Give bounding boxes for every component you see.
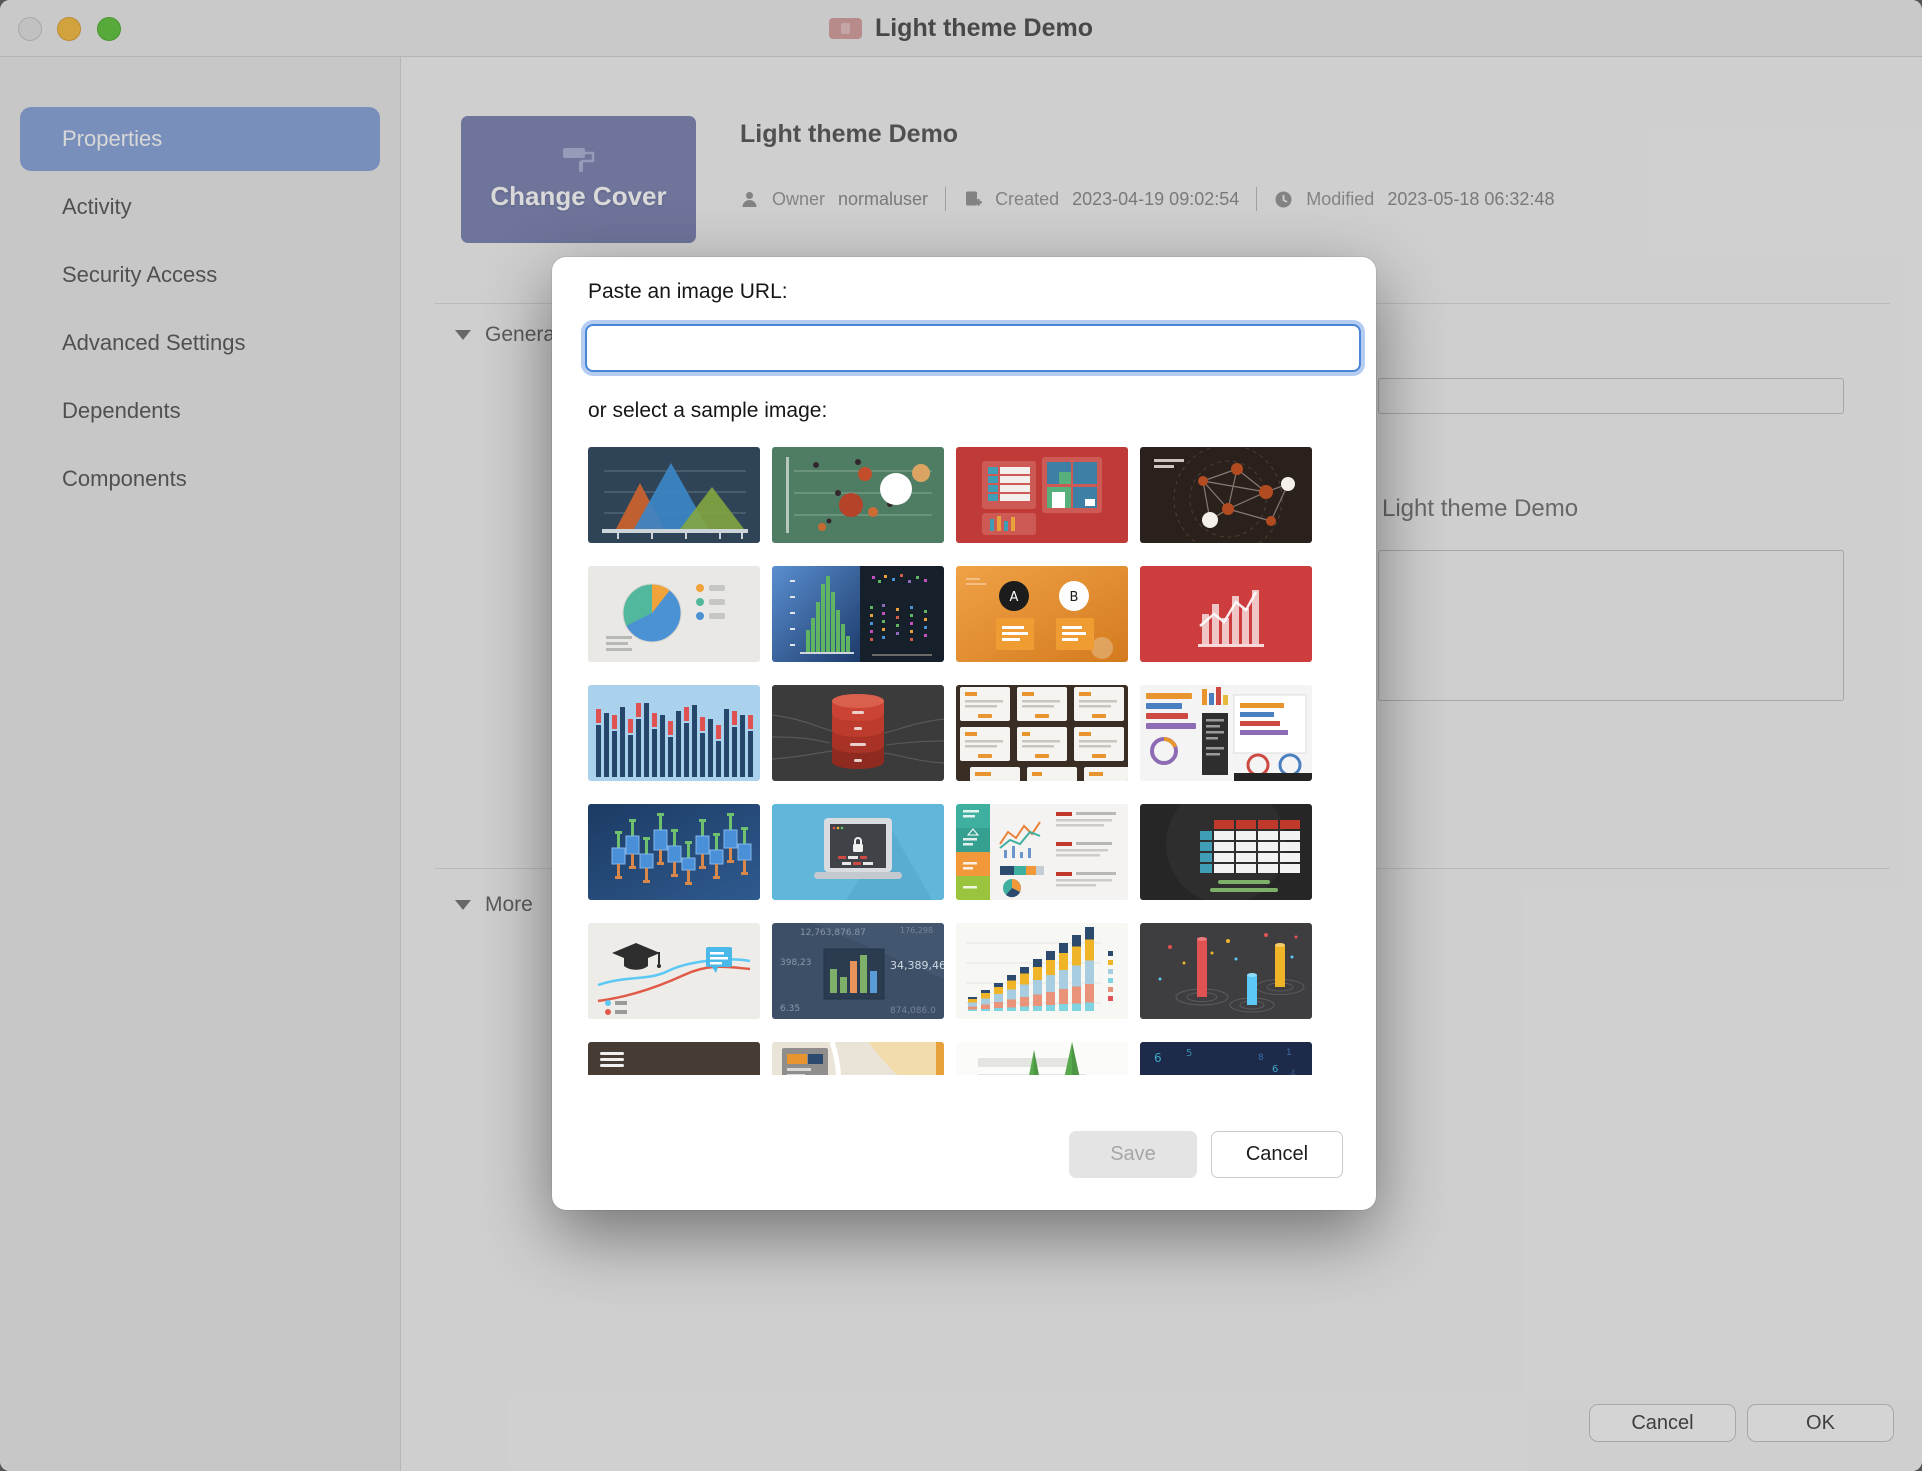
change-cover-dialog: Paste an image URL: or select a sample i… — [552, 257, 1376, 1210]
sample-image-kanban-cards[interactable] — [956, 685, 1128, 781]
sample-image-red-bar-chart[interactable] — [1140, 566, 1312, 662]
svg-text:176,298: 176,298 — [900, 926, 933, 935]
svg-text:8: 8 — [1258, 1053, 1264, 1063]
sample-image-dark-vehicle[interactable] — [588, 1042, 760, 1075]
sample-image-education-chart[interactable] — [588, 923, 760, 1019]
svg-text:6: 6 — [1154, 1051, 1162, 1065]
sample-image-infographic[interactable] — [956, 804, 1128, 900]
sample-image-data-table[interactable] — [1140, 804, 1312, 900]
sample-image-3d-bars[interactable] — [1140, 923, 1312, 1019]
sample-image-network-graph[interactable] — [1140, 447, 1312, 543]
sample-image-report-dashboard[interactable] — [1140, 685, 1312, 781]
url-label: Paste an image URL: — [588, 280, 1340, 304]
sample-label: or select a sample image: — [588, 399, 1340, 423]
svg-text:A: A — [1010, 590, 1019, 605]
sample-image-numbers-matrix[interactable]: 658164596098 — [1140, 1042, 1312, 1075]
sample-image-grid: AB — [588, 447, 1312, 1075]
sample-image-boxplot[interactable] — [588, 804, 760, 900]
dialog-save-button[interactable]: Save — [1069, 1131, 1197, 1178]
svg-text:12,763,876.87: 12,763,876.87 — [800, 928, 866, 938]
sample-image-security-laptop[interactable] — [772, 804, 944, 900]
svg-text:6: 6 — [1272, 1064, 1278, 1075]
svg-text:5: 5 — [1186, 1048, 1192, 1059]
svg-text:1: 1 — [1286, 1048, 1292, 1058]
sample-image-map[interactable] — [772, 1042, 944, 1075]
sample-image-pie-chart[interactable] — [588, 566, 760, 662]
sample-image-histogram[interactable] — [772, 566, 944, 662]
sample-image-big-numbers[interactable]: 12,763,876.87 176,298 398,23 34,389,468. 6.3… — [772, 923, 944, 1019]
svg-text:4: 4 — [1290, 1069, 1296, 1075]
svg-text:398,23: 398,23 — [780, 958, 812, 968]
svg-text:34,389,468.: 34,389,468. — [890, 959, 944, 972]
image-url-input[interactable] — [585, 324, 1361, 372]
sample-image-area-chart[interactable] — [588, 447, 760, 543]
sample-image-stacked-columns[interactable] — [588, 685, 760, 781]
sample-image-forest-bars[interactable] — [956, 1042, 1128, 1075]
svg-text:B: B — [1070, 590, 1079, 605]
svg-text:874,086.0: 874,086.0 — [890, 1006, 936, 1016]
dialog-cancel-button[interactable]: Cancel — [1211, 1131, 1343, 1178]
app-window: Light theme Demo Properties Activity Sec… — [0, 0, 1922, 1471]
sample-image-ab-comparison[interactable]: AB — [956, 566, 1128, 662]
svg-text:6.35: 6.35 — [780, 1004, 800, 1014]
sample-image-treemap[interactable] — [956, 447, 1128, 543]
sample-image-database[interactable] — [772, 685, 944, 781]
sample-image-bubble-chart[interactable] — [772, 447, 944, 543]
sample-image-stacked-growth[interactable] — [956, 923, 1128, 1019]
